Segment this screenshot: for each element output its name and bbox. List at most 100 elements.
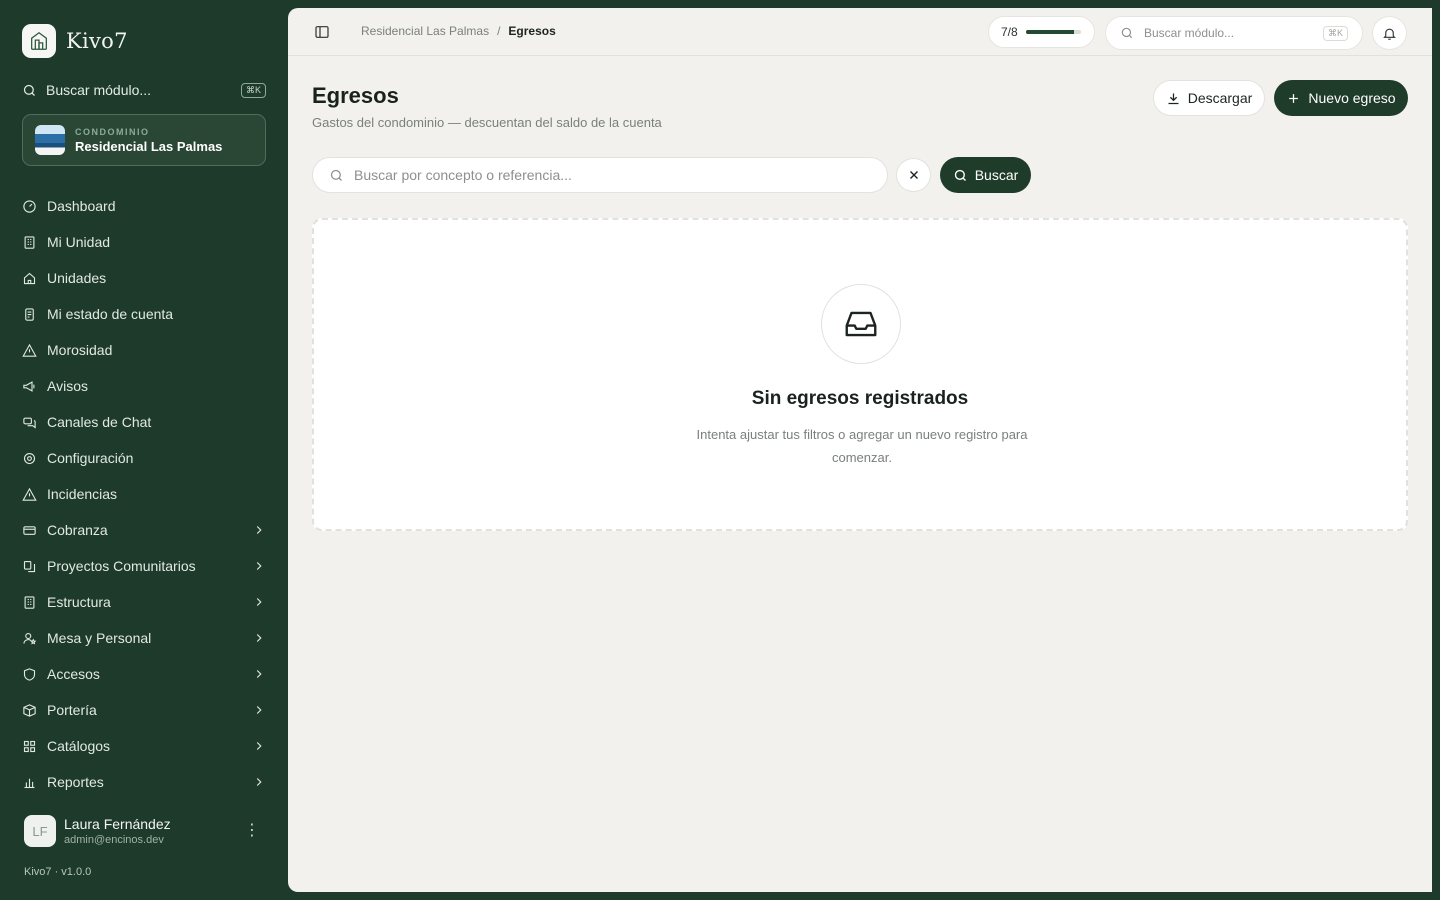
sidebar-item-label: Dashboard [47,198,116,214]
chevron-right-icon[interactable] [252,667,266,681]
condo-name: Residencial Las Palmas [75,138,223,154]
chart-icon [24,778,35,788]
sidebar-item-avisos[interactable]: Avisos [22,368,266,404]
topbar: Residencial Las Palmas / Egresos 7/8 Bus… [288,8,1432,56]
sidebar-item-label: Proyectos Comunitarios [47,558,196,574]
chevron-right-icon[interactable] [252,775,266,789]
logo-icon [22,24,56,58]
sidebar-item-accesos[interactable]: Accesos [22,656,266,692]
user-email: admin@encinos.dev [64,834,164,846]
download-button[interactable]: Descargar [1153,80,1265,116]
expense-search-placeholder: Buscar por concepto o referencia... [354,167,572,183]
shield-icon [23,667,36,681]
sidebar-item-label: Morosidad [47,342,113,358]
sidebar-item-label: Portería [47,702,97,718]
download-label: Descargar [1187,90,1253,106]
breadcrumb-item[interactable]: Residencial Las Palmas [361,24,489,38]
receipt-icon [25,307,34,321]
page-subtitle: Gastos del condominio — descuentan del s… [312,115,662,130]
sidebar-item-label: Cobranza [47,522,108,538]
app-version: Kivo7 · v1.0.0 [24,866,92,878]
condo-label: CONDOMINIO [75,126,150,137]
warning-icon [22,343,37,357]
progress-bar [1025,30,1081,34]
user-menu[interactable]: LF Laura Fernández admin@encinos.dev ⋮ [24,815,268,847]
empty-description: Intenta ajustar tus filtros o agregar un… [696,427,1028,465]
gear-icon [23,452,36,464]
chevron-right-icon[interactable] [252,703,266,717]
module-search-placeholder: Buscar módulo... [1144,26,1235,40]
sidebar-item-label: Avisos [47,378,88,394]
chevron-right-icon[interactable] [252,523,266,537]
sidebar-item-label: Accesos [47,666,100,682]
download-icon [1168,93,1179,104]
empty-title: Sin egresos registrados [751,388,969,409]
expense-search-input[interactable]: Buscar por concepto o referencia... [312,157,888,193]
sidebar-item-unidades[interactable]: Unidades [22,260,266,296]
sidebar-item-dashboard[interactable]: Dashboard [22,188,266,224]
sidebar-item-mesa-y-personal[interactable]: Mesa y Personal [22,620,266,656]
sidebar-item-configuraci-n[interactable]: Configuración [22,440,266,476]
sidebar-item-porter-a[interactable]: Portería [22,692,266,728]
home-icon [23,272,36,284]
shortcut-badge: ⌘K [1322,25,1348,41]
brand-name: Kivo7 [66,29,128,53]
sidebar-item-reportes[interactable]: Reportes [22,764,266,800]
sidebar-item-cobranza[interactable]: Cobranza [22,512,266,548]
avatar: LF [24,815,56,847]
sidebar-item-label: Estructura [47,594,111,610]
sidebar-item-label: Mesa y Personal [47,630,152,646]
user-name: Laura Fernández [64,816,171,832]
plus-icon [1289,93,1299,103]
setup-progress[interactable]: 7/8 [988,16,1095,48]
sidebar-item-canales-de-chat[interactable]: Canales de Chat [22,404,266,440]
building-icon [24,595,35,609]
sidebar-item-label: Incidencias [47,486,118,502]
projects-icon [23,560,36,572]
megaphone-icon [23,380,35,392]
chevron-right-icon[interactable] [252,559,266,573]
empty-state: Sin egresos registrados Intenta ajustar … [312,218,1408,531]
search-icon [330,169,342,181]
condo-selector[interactable]: CONDOMINIO Residencial Las Palmas [22,114,266,166]
sidebar-item-mi-unidad[interactable]: Mi Unidad [22,224,266,260]
sidebar-search[interactable]: Buscar módulo... ⌘K [22,78,266,102]
sidebar-item-label: Mi estado de cuenta [47,306,174,322]
chevron-right-icon[interactable] [252,631,266,645]
shortcut-badge: ⌘K [240,82,266,98]
chat-icon [23,417,36,429]
search-icon [23,84,35,96]
sidebar-item-morosidad[interactable]: Morosidad [22,332,266,368]
page-title: Egresos [312,83,399,108]
search-icon [954,169,966,181]
progress-label: 7/8 [1001,25,1018,39]
main-panel: Residencial Las Palmas / Egresos 7/8 Bus… [288,8,1432,892]
people-icon [23,632,37,645]
new-expense-button[interactable]: Nuevo egreso [1274,80,1408,116]
chevron-right-icon[interactable] [252,595,266,609]
sidebar-item-label: Mi Unidad [47,234,111,250]
grid-icon [23,740,36,752]
sidebar-toggle-icon[interactable] [314,24,330,45]
sidebar-item-mi-estado-de-cuenta[interactable]: Mi estado de cuenta [22,296,266,332]
bell-icon [1383,28,1396,40]
search-button-label: Buscar [974,167,1019,183]
search-button[interactable]: Buscar [940,157,1031,193]
sidebar-item-cat-logos[interactable]: Catálogos [22,728,266,764]
notifications-button[interactable] [1372,16,1407,50]
clear-search-button[interactable] [896,158,931,192]
sidebar-item-proyectos-comunitarios[interactable]: Proyectos Comunitarios [22,548,266,584]
brand[interactable]: Kivo7 [22,24,128,58]
more-vertical-icon[interactable]: ⋮ [244,823,260,839]
breadcrumb-current: Egresos [508,24,556,38]
box-icon [23,703,36,717]
module-search[interactable]: Buscar módulo... ⌘K [1105,16,1363,50]
warning-icon [22,487,37,501]
new-expense-label: Nuevo egreso [1308,90,1396,106]
close-icon [909,171,918,179]
sidebar-item-incidencias[interactable]: Incidencias [22,476,266,512]
sidebar-item-label: Canales de Chat [47,414,152,430]
sidebar-item-estructura[interactable]: Estructura [22,584,266,620]
inbox-icon [821,284,901,364]
chevron-right-icon[interactable] [252,739,266,753]
